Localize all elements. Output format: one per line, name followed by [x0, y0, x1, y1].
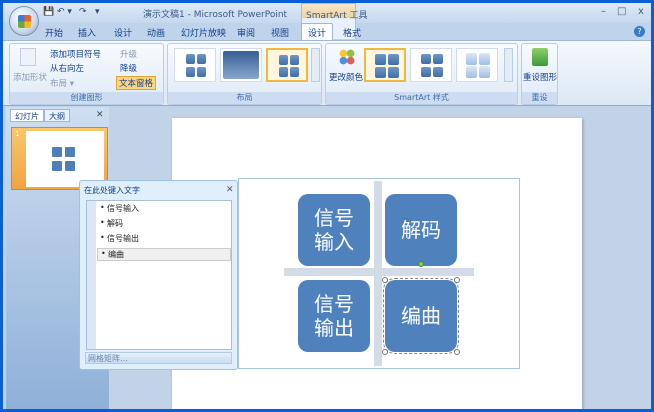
- layout-option-2[interactable]: [220, 48, 262, 82]
- rotate-handle[interactable]: [418, 261, 424, 267]
- reset-group: 重设图形 重设: [521, 43, 558, 105]
- list-item[interactable]: 信号输出: [97, 233, 231, 246]
- group-label: SmartArt 样式: [326, 92, 517, 104]
- customize-toolbar-button[interactable]: ▾: [95, 7, 100, 17]
- smartart-box-1[interactable]: 信号 输入: [298, 194, 370, 266]
- tab-animation[interactable]: 动画: [147, 26, 165, 39]
- maximize-button[interactable]: □: [617, 6, 626, 17]
- change-colors-button[interactable]: 更改颜色: [329, 71, 363, 83]
- office-button[interactable]: [9, 6, 39, 36]
- smartart-frame[interactable]: 信号 输入 解码 信号 输出 编曲: [238, 178, 520, 369]
- style-option-3[interactable]: [456, 48, 498, 82]
- ribbon: 添加形状 添加项目符号 从右向左 布局 ▾ 升级 降级 文本窗格 创建图形 布局…: [3, 40, 651, 106]
- text-pane-list[interactable]: 信号输入 解码 信号输出 编曲: [86, 200, 232, 350]
- list-item-selected[interactable]: 编曲: [97, 248, 231, 261]
- reset-graphic-icon: [532, 48, 548, 66]
- slide-number: 1: [15, 130, 20, 138]
- group-label: 创建图形: [10, 92, 163, 104]
- tab-insert[interactable]: 插入: [78, 26, 96, 39]
- powerpoint-window: 💾 ↶ ▾ ↷ ▾ 演示文稿1 - Microsoft PowerPoint –…: [3, 3, 651, 409]
- minimize-button[interactable]: –: [601, 6, 606, 17]
- styles-gallery-scrollbar[interactable]: [504, 48, 513, 82]
- horizontal-arrow: [284, 268, 474, 276]
- layout-name-link[interactable]: 网格矩阵...: [85, 352, 232, 364]
- help-icon[interactable]: ?: [634, 26, 645, 37]
- change-colors-icon: [338, 48, 356, 66]
- list-item[interactable]: 信号输入: [97, 203, 231, 216]
- add-bullet-button[interactable]: 添加项目符号: [50, 48, 101, 60]
- promote-button[interactable]: 升级: [120, 48, 137, 60]
- layout-group: 布局: [167, 43, 322, 105]
- resize-handle[interactable]: [382, 277, 388, 283]
- smartart-box-4-selected[interactable]: 编曲: [383, 278, 459, 354]
- tab-smartart-format[interactable]: 格式: [343, 26, 361, 39]
- layout-option-1[interactable]: [174, 48, 216, 82]
- layout-dropdown[interactable]: 布局 ▾: [50, 77, 74, 89]
- tab-design[interactable]: 设计: [114, 26, 132, 39]
- resize-handle[interactable]: [382, 349, 388, 355]
- layout-option-grid-matrix[interactable]: [266, 48, 308, 82]
- style-option-2[interactable]: [410, 48, 452, 82]
- group-label: 重设: [522, 92, 557, 104]
- smartart-box-3[interactable]: 信号 输出: [298, 280, 370, 352]
- tab-outline[interactable]: 大纲: [44, 109, 70, 122]
- resize-handle[interactable]: [454, 349, 460, 355]
- close-panel-icon[interactable]: ✕: [96, 110, 104, 120]
- tab-review[interactable]: 审阅: [237, 26, 255, 39]
- text-pane-button[interactable]: 文本窗格: [116, 76, 157, 90]
- group-label: 布局: [168, 92, 321, 104]
- close-button[interactable]: x: [638, 6, 644, 17]
- save-icon[interactable]: 💾: [43, 7, 54, 17]
- tab-slides[interactable]: 幻灯片: [10, 109, 44, 122]
- tab-smartart-design[interactable]: 设计: [301, 23, 334, 40]
- context-tab-group-label: SmartArt 工具: [306, 11, 368, 21]
- tab-slideshow[interactable]: 幻灯片放映: [181, 26, 226, 39]
- style-option-1[interactable]: [364, 48, 406, 82]
- tab-home[interactable]: 开始: [45, 26, 63, 39]
- add-shape-icon: [20, 48, 36, 66]
- add-shape-button[interactable]: 添加形状: [13, 71, 47, 83]
- office-logo-icon: [18, 15, 31, 28]
- create-graphic-group: 添加形状 添加项目符号 从右向左 布局 ▾ 升级 降级 文本窗格 创建图形: [9, 43, 164, 105]
- ribbon-tabs: 开始 插入 设计 动画 幻灯片放映 审阅 视图 设计 格式: [3, 23, 651, 40]
- reset-graphic-button[interactable]: 重设图形: [523, 71, 557, 83]
- smartart-styles-group: 更改颜色 SmartArt 样式: [325, 43, 518, 105]
- text-pane-title: 在此处键入文字: [84, 186, 140, 195]
- window-title: 演示文稿1 - Microsoft PowerPoint: [143, 10, 288, 20]
- list-item[interactable]: 解码: [97, 218, 231, 231]
- undo-button[interactable]: ↶ ▾: [57, 7, 72, 17]
- demote-button[interactable]: 降级: [120, 62, 137, 74]
- redo-button[interactable]: ↷: [79, 7, 87, 17]
- layout-gallery-scrollbar[interactable]: [311, 48, 320, 82]
- tab-view[interactable]: 视图: [271, 26, 289, 39]
- smartart-box-2[interactable]: 解码: [385, 194, 457, 266]
- right-to-left-button[interactable]: 从右向左: [50, 62, 84, 74]
- text-pane: 在此处键入文字 ✕ 信号输入 解码 信号输出 编曲 网格矩阵...: [79, 180, 238, 370]
- thumbnail-preview: [26, 131, 104, 187]
- close-text-pane-icon[interactable]: ✕: [226, 185, 234, 195]
- resize-handle[interactable]: [454, 277, 460, 283]
